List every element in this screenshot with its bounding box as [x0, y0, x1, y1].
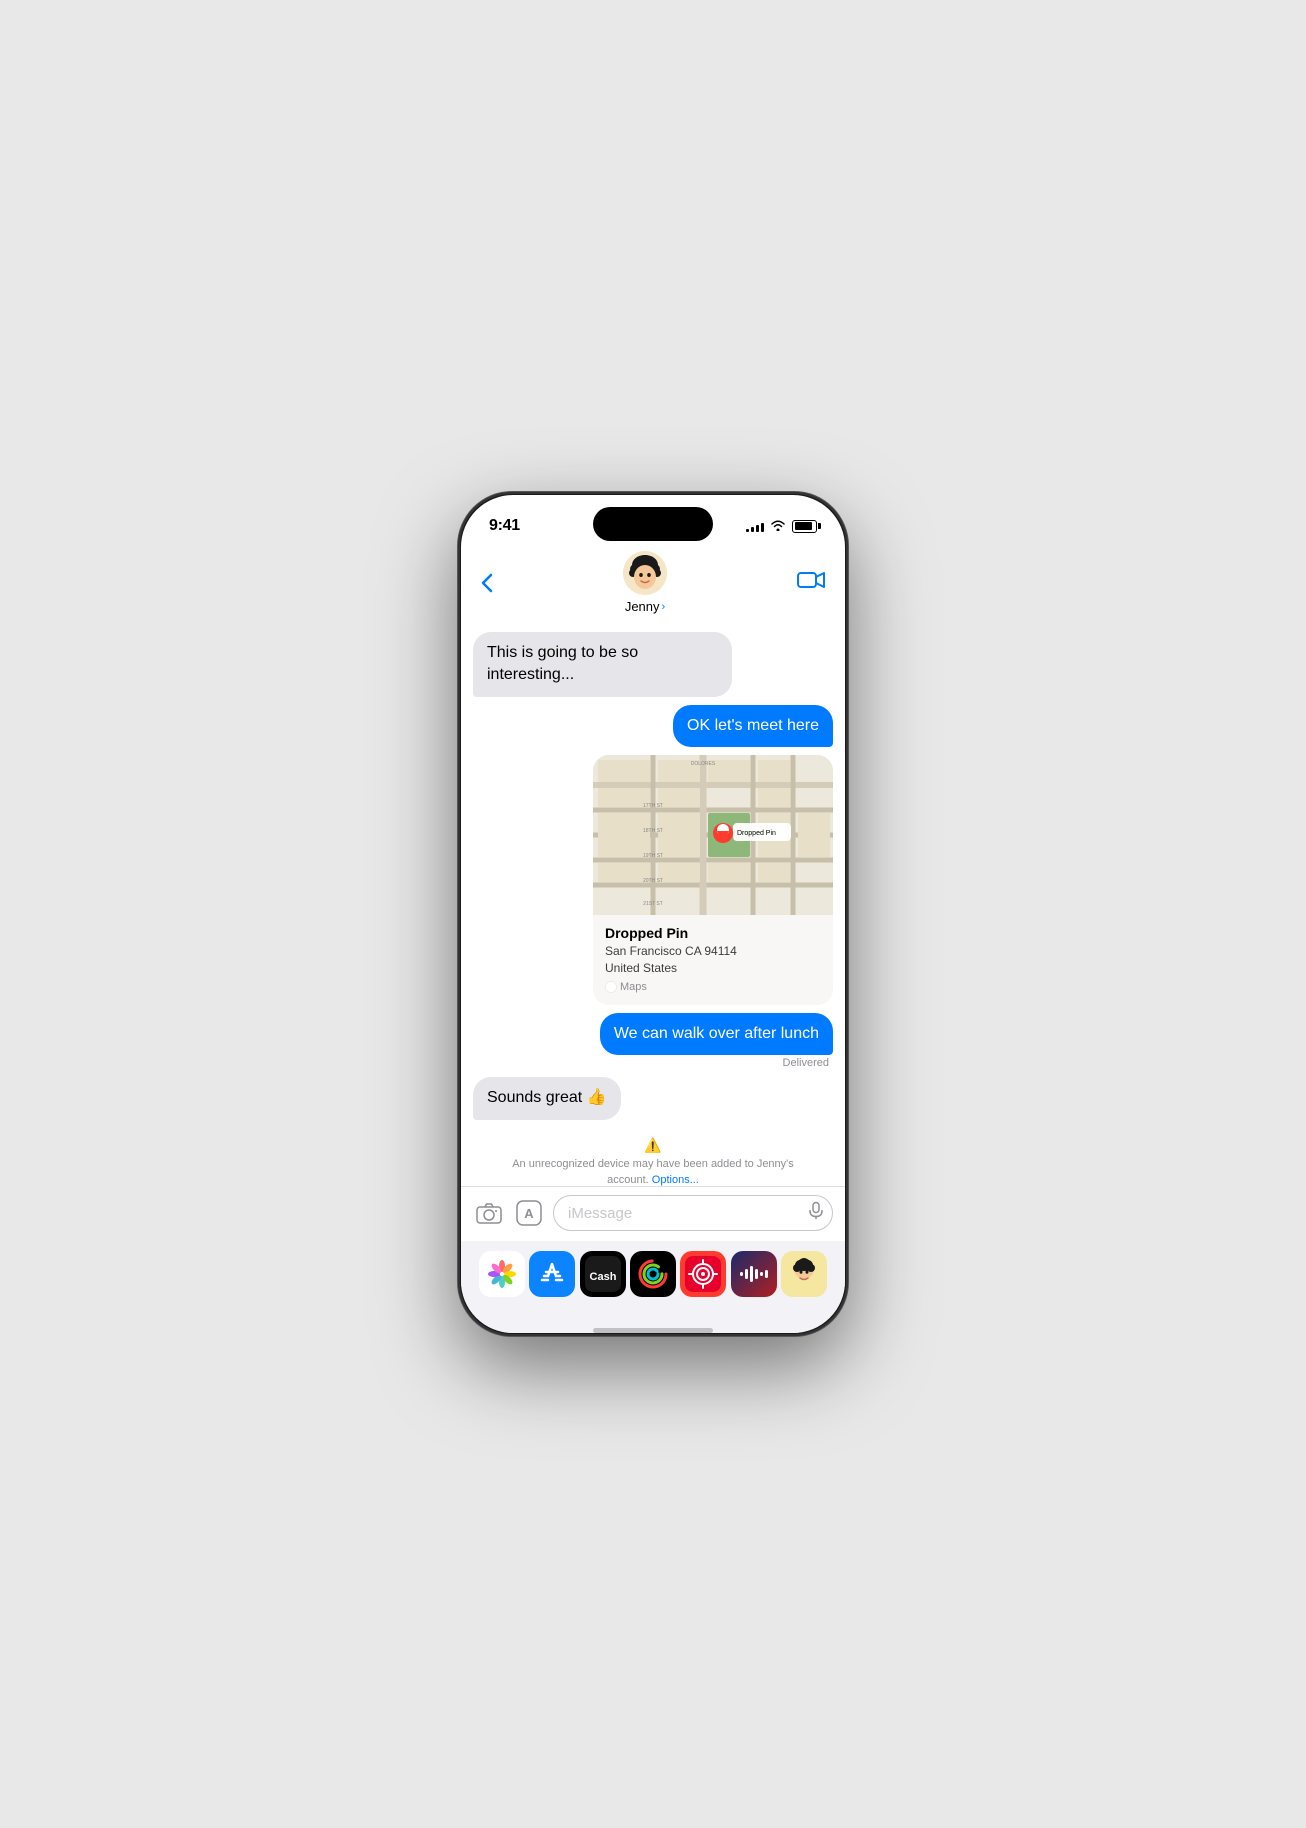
apps-button[interactable]: A	[513, 1197, 545, 1229]
shazam-app-icon[interactable]	[680, 1251, 726, 1297]
soundcloud-app-icon[interactable]	[731, 1251, 777, 1297]
svg-text:19TH ST: 19TH ST	[643, 853, 663, 859]
svg-text:21ST ST: 21ST ST	[643, 901, 663, 907]
apple-cash-app-icon[interactable]: Cash	[580, 1251, 626, 1297]
message-row: OK let's meet here	[473, 705, 833, 747]
message-text: We can walk over after lunch	[614, 1025, 819, 1042]
svg-text:Dropped Pin: Dropped Pin	[737, 830, 776, 837]
svg-text:Cash: Cash	[589, 1271, 616, 1283]
security-warning: ⚠️ An unrecognized device may have been …	[473, 1128, 833, 1186]
phone-screen: 9:41	[461, 495, 845, 1333]
home-bar	[593, 1328, 713, 1333]
battery-icon	[792, 520, 817, 533]
back-button[interactable]	[481, 573, 493, 593]
svg-text:A: A	[524, 1206, 534, 1221]
map-card[interactable]: 17TH ST 18TH ST 19TH ST 20TH ST 21ST ST …	[593, 755, 833, 1005]
input-wrapper: iMessage	[553, 1195, 833, 1231]
svg-text:20TH ST: 20TH ST	[643, 878, 663, 884]
app-tray: Cash	[461, 1241, 845, 1327]
message-text: Sounds great 👍	[487, 1089, 607, 1106]
home-indicator	[461, 1327, 845, 1333]
message-text: OK let's meet here	[687, 717, 819, 734]
sent-bubble[interactable]: We can walk over after lunch	[600, 1013, 833, 1055]
video-call-button[interactable]	[797, 570, 825, 596]
wifi-icon	[770, 519, 786, 534]
signal-icon	[746, 520, 764, 532]
memoji-app-icon[interactable]	[781, 1251, 827, 1297]
warning-options-link[interactable]: Options...	[652, 1174, 699, 1186]
contact-chevron: ›	[662, 601, 666, 613]
sent-bubble[interactable]: OK let's meet here	[673, 705, 833, 747]
svg-text:17TH ST: 17TH ST	[643, 803, 663, 809]
battery-fill	[795, 522, 812, 530]
message-input-area: A iMessage	[461, 1186, 845, 1241]
map-address: San Francisco CA 94114United States	[605, 943, 821, 977]
message-input[interactable]: iMessage	[568, 1205, 632, 1222]
message-row: We can walk over after lunch Delivered	[473, 1013, 833, 1069]
photos-app-icon[interactable]	[479, 1251, 525, 1297]
map-message-row: 17TH ST 18TH ST 19TH ST 20TH ST 21ST ST …	[473, 755, 833, 1005]
received-bubble[interactable]: Sounds great 👍	[473, 1077, 621, 1119]
status-icons	[746, 519, 817, 534]
map-info: Dropped Pin San Francisco CA 94114United…	[593, 915, 833, 1005]
message-text: This is going to be so interesting...	[487, 644, 638, 683]
svg-text:18TH ST: 18TH ST	[643, 828, 663, 834]
message-row: Sounds great 👍	[473, 1077, 833, 1119]
appstore-app-icon[interactable]	[529, 1251, 575, 1297]
messages-area: This is going to be so interesting... OK…	[461, 624, 845, 1186]
dynamic-island	[593, 507, 713, 541]
status-time: 9:41	[489, 517, 520, 535]
conversation-header: Jenny ›	[461, 547, 845, 624]
activity-app-icon[interactable]	[630, 1251, 676, 1297]
camera-button[interactable]	[473, 1197, 505, 1229]
map-pin-title: Dropped Pin	[605, 925, 821, 941]
avatar	[623, 551, 667, 595]
phone-frame: 9:41	[458, 492, 848, 1336]
contact-info[interactable]: Jenny ›	[623, 551, 667, 614]
warning-icon: ⚠️	[493, 1136, 813, 1156]
delivered-status: Delivered	[783, 1057, 829, 1069]
message-row: This is going to be so interesting...	[473, 632, 833, 697]
svg-text:DOLORES: DOLORES	[691, 761, 716, 767]
microphone-button[interactable]	[809, 1202, 823, 1225]
contact-name-label: Jenny ›	[625, 599, 665, 614]
received-bubble[interactable]: This is going to be so interesting...	[473, 632, 732, 697]
map-image: 17TH ST 18TH ST 19TH ST 20TH ST 21ST ST …	[593, 755, 833, 915]
map-provider: Maps	[605, 981, 821, 993]
